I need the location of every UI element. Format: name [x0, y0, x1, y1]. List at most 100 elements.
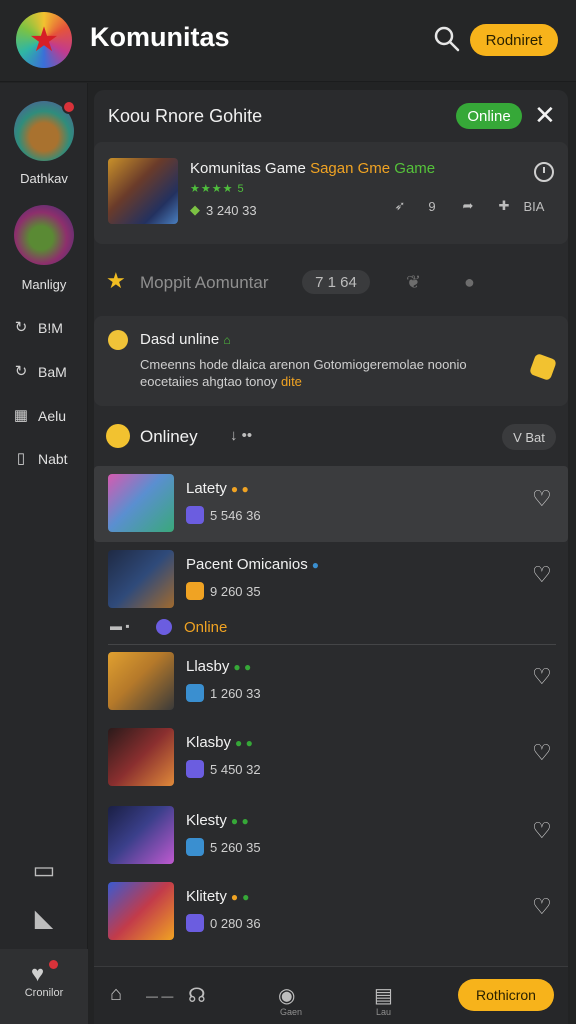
headset-icon[interactable]: ☊: [188, 983, 206, 1008]
home-icon[interactable]: ⌂: [110, 983, 122, 1006]
sidebar-item-label: Aelu: [38, 408, 67, 424]
bird-icon[interactable]: ❦: [406, 272, 421, 293]
notice-body: Cmeenns hode dlaica arenon Gotomiogeremo…: [140, 356, 510, 390]
notice-body-line: Cmeenns hode dlaica arenon Gotomiogeremo…: [140, 357, 467, 372]
avatar[interactable]: [14, 205, 74, 265]
list-item[interactable]: Latety ● ● 5 546 36 ♡: [94, 466, 568, 542]
sidebar-item-2[interactable]: ↻ BaM: [12, 363, 67, 381]
item-name: Llasby ● ●: [186, 658, 251, 675]
bottom-cta-button[interactable]: Rothicron: [458, 979, 554, 1011]
featured-title-green: Game: [394, 160, 436, 177]
item-meta: 5 450 32: [186, 760, 261, 778]
sidebar-footer-label: Cronilor: [24, 987, 64, 999]
list-item[interactable]: Llasby ● ● 1 260 33 ♡: [94, 644, 568, 720]
category-icon: [186, 582, 204, 600]
tools-icon[interactable]: ✚: [488, 198, 520, 214]
close-icon[interactable]: ✕: [534, 102, 556, 128]
list-header: Onliney ↓ •• V Bat: [94, 416, 568, 460]
window-icon[interactable]: ▭: [30, 857, 58, 885]
game-thumbnail: [108, 806, 174, 864]
game-thumbnail: [108, 474, 174, 532]
item-count: 1 260 33: [210, 685, 261, 701]
section-count: 7 1 64: [302, 270, 370, 294]
game-thumbnail: [108, 882, 174, 940]
item-name-text: Klitety: [186, 888, 227, 905]
featured-actions: ➶ 9 ➦ ✚ BIA: [384, 198, 548, 214]
notice-title-text: Dasd unline: [140, 331, 220, 348]
nav-caption: Gaen: [280, 1007, 303, 1017]
badge-icon: ●: [230, 890, 239, 904]
item-meta: 0 280 36: [186, 914, 261, 932]
badge-icon: ● ●: [235, 736, 253, 750]
dash-icon: ▬ ▪: [110, 619, 130, 633]
panel-header: Koou Rnore Gohite Online ✕: [94, 90, 568, 140]
status-badge[interactable]: Online: [456, 103, 522, 129]
category-icon: [186, 838, 204, 856]
search-icon[interactable]: [432, 24, 462, 54]
item-count: 9 260 35: [210, 583, 261, 599]
game-thumbnail: [108, 550, 174, 608]
heart-icon[interactable]: ♡: [532, 664, 552, 690]
document-icon: ▯: [16, 450, 26, 467]
heart-icon[interactable]: ♡: [532, 486, 552, 512]
heart-icon[interactable]: ♡: [532, 894, 552, 920]
item-name-text: Pacent Omicanios: [186, 556, 308, 573]
member-count: 3 240 33: [206, 202, 257, 218]
heart-icon[interactable]: ♡: [532, 562, 552, 588]
sidebar-item-label: B!M: [38, 320, 63, 336]
action-count: BIA: [523, 198, 545, 214]
user-icon[interactable]: ●: [464, 272, 475, 293]
item-count: 5 260 35: [210, 839, 261, 855]
share-icon[interactable]: ➦: [448, 198, 488, 214]
list-item[interactable]: Klasby ● ● 5 450 32 ♡: [94, 720, 568, 796]
featured-title-main: Komunitas Game: [190, 160, 306, 177]
item-name: Klesty ● ●: [186, 812, 249, 829]
item-name: Klasby ● ●: [186, 734, 253, 751]
featured-title: Komunitas Game Sagan Gme Game: [190, 160, 435, 177]
game-thumbnail: [108, 652, 174, 710]
featured-game-card[interactable]: Komunitas Game Sagan Gme Game ★★★★ 5 ◆ 3…: [94, 142, 568, 244]
section-title: Moppit Aomuntar: [140, 273, 269, 292]
verified-icon: ●: [311, 558, 319, 572]
app-logo[interactable]: ★: [16, 12, 72, 68]
item-count: 5 546 36: [210, 507, 261, 523]
heart-icon: ♥: [31, 961, 45, 986]
list-item[interactable]: Klitety ● ● 0 280 36 ♡: [94, 874, 568, 950]
refresh-icon: ↻: [14, 319, 28, 336]
dash-icon: — —: [146, 989, 174, 1003]
sidebar-avatar-label: Dathkav: [20, 171, 68, 186]
sort-arrow-icon[interactable]: ↓ ••: [230, 427, 252, 444]
star-logo-icon: ★: [28, 21, 60, 59]
layout-icon[interactable]: ▤: [374, 983, 393, 1008]
top-cta-button[interactable]: Rodniret: [470, 24, 558, 56]
gift-icon[interactable]: [528, 352, 558, 382]
tag-icon[interactable]: ◣: [30, 905, 58, 933]
category-icon: [186, 506, 204, 524]
heart-icon[interactable]: ♡: [532, 818, 552, 844]
sidebar-item-3[interactable]: ▦ Aelu: [12, 407, 66, 425]
game-thumbnail: [108, 728, 174, 786]
rocket-icon[interactable]: ➶: [384, 198, 416, 214]
badge-icon: ● ●: [233, 660, 252, 674]
featured-title-accent: Sagan Gme: [310, 160, 391, 177]
category-icon: [186, 760, 204, 778]
online-notice[interactable]: Dasd unline ⌂ Cmeenns hode dlaica arenon…: [94, 316, 568, 406]
top-bar: ★ Komunitas Rodniret: [0, 0, 576, 82]
list-item[interactable]: Klesty ● ● 5 260 35 ♡: [94, 798, 568, 874]
globe-icon[interactable]: ◉: [278, 983, 295, 1008]
list-item[interactable]: Pacent Omicanios ● 9 260 35 ♡: [94, 542, 568, 618]
item-meta: 1 260 33: [186, 684, 261, 702]
item-name-text: Llasby: [186, 658, 230, 675]
heart-icon[interactable]: ♡: [532, 740, 552, 766]
emoji-icon: [108, 330, 128, 350]
panel-title: Koou Rnore Gohite: [108, 106, 263, 126]
item-name: Latety ● ●: [186, 480, 249, 497]
badge-icon: ●: [242, 890, 250, 904]
sidebar-footer[interactable]: ♥ Cronilor: [0, 949, 88, 1024]
sidebar-item-1[interactable]: ↻ B!M: [12, 319, 63, 337]
clock-icon[interactable]: [534, 162, 554, 182]
status-dot: [156, 619, 172, 635]
sort-button[interactable]: V Bat: [502, 424, 556, 450]
sidebar-avatar-label: Manligy: [21, 277, 67, 292]
sidebar-item-4[interactable]: ▯ Nabt: [12, 450, 68, 468]
